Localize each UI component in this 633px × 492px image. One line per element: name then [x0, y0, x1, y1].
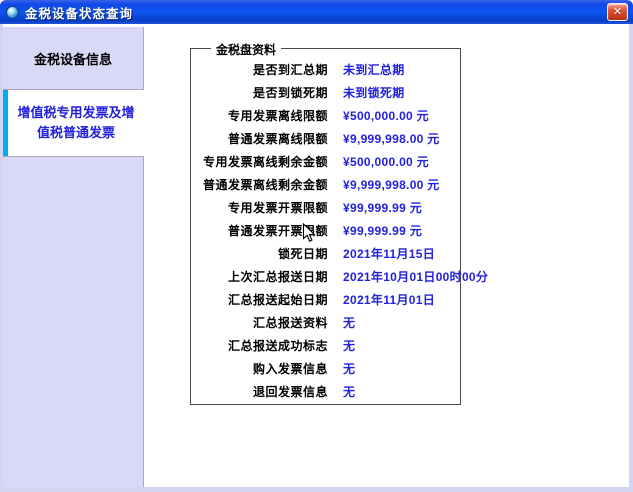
row-label: 汇总报送成功标志	[191, 337, 328, 354]
table-row: 上次汇总报送日期 2021年10月01日00时00分	[191, 265, 460, 288]
table-row: 普通发票离线剩余金额 ¥9,999,998.00 元	[191, 173, 460, 196]
row-value: 无	[343, 360, 355, 377]
close-icon: ✕	[613, 7, 622, 18]
row-label: 锁死日期	[191, 245, 328, 262]
row-label: 汇总报送起始日期	[191, 291, 328, 308]
table-row: 汇总报送成功标志 无	[191, 334, 460, 357]
row-label: 汇总报送资料	[191, 314, 328, 331]
row-label: 专用发票离线剩余金额	[191, 153, 328, 170]
row-value: 未到锁死期	[343, 84, 405, 101]
row-label: 普通发票离线剩余金额	[191, 176, 328, 193]
row-value: ¥500,000.00 元	[343, 107, 429, 124]
sidebar: 金税设备信息 增值税专用发票及增值税普通发票	[3, 24, 144, 487]
sidebar-item-label: 增值税专用发票及增值税普通发票	[13, 103, 139, 143]
table-row: 是否到锁死期 未到锁死期	[191, 81, 460, 104]
table-row: 普通发票离线限额 ¥9,999,998.00 元	[191, 127, 460, 150]
titlebar: 金税设备状态查询 ✕	[0, 0, 633, 24]
table-row: 专用发票离线限额 ¥500,000.00 元	[191, 104, 460, 127]
row-value: 无	[343, 314, 355, 331]
app-window: 金税设备状态查询 ✕ 金税设备信息 增值税专用发票及增值税普通发票 金税盘资料 …	[0, 0, 633, 492]
table-row: 锁死日期 2021年11月15日	[191, 242, 460, 265]
sidebar-fill	[3, 156, 144, 487]
tax-disk-groupbox: 金税盘资料 是否到汇总期 未到汇总期 是否到锁死期 未到锁死期 专用发票离线限额…	[190, 48, 461, 405]
sidebar-item-vat-invoices[interactable]: 增值税专用发票及增值税普通发票	[3, 90, 144, 156]
table-row: 专用发票离线剩余金额 ¥500,000.00 元	[191, 150, 460, 173]
table-row: 汇总报送起始日期 2021年11月01日	[191, 288, 460, 311]
info-rows: 是否到汇总期 未到汇总期 是否到锁死期 未到锁死期 专用发票离线限额 ¥500,…	[191, 49, 460, 403]
row-label: 专用发票离线限额	[191, 107, 328, 124]
row-value: ¥9,999,998.00 元	[343, 176, 440, 193]
table-row: 购入发票信息 无	[191, 357, 460, 380]
app-icon	[6, 6, 19, 19]
row-label: 购入发票信息	[191, 360, 328, 377]
table-row: 是否到汇总期 未到汇总期	[191, 58, 460, 81]
sidebar-item-device-info[interactable]: 金税设备信息	[3, 27, 144, 90]
row-value: 2021年11月15日	[343, 245, 435, 262]
row-label: 上次汇总报送日期	[191, 268, 328, 285]
row-label: 是否到汇总期	[191, 61, 328, 78]
row-label: 专用发票开票限额	[191, 199, 328, 216]
row-label: 普通发票开票限额	[191, 222, 328, 239]
row-label: 退回发票信息	[191, 383, 328, 400]
row-value: 无	[343, 383, 355, 400]
close-button[interactable]: ✕	[607, 3, 628, 21]
row-value: 未到汇总期	[343, 61, 405, 78]
row-value: ¥500,000.00 元	[343, 153, 429, 170]
table-row: 普通发票开票限额 ¥99,999.99 元	[191, 219, 460, 242]
main-panel: 金税盘资料 是否到汇总期 未到汇总期 是否到锁死期 未到锁死期 专用发票离线限额…	[144, 24, 629, 487]
row-value: ¥9,999,998.00 元	[343, 130, 440, 147]
window-body: 金税设备信息 增值税专用发票及增值税普通发票 金税盘资料 是否到汇总期 未到汇总…	[0, 24, 633, 492]
table-row: 汇总报送资料 无	[191, 311, 460, 334]
row-value: 2021年10月01日00时00分	[343, 268, 488, 285]
sidebar-item-label: 金税设备信息	[34, 49, 112, 68]
table-row: 退回发票信息 无	[191, 380, 460, 403]
row-label: 是否到锁死期	[191, 84, 328, 101]
window-title: 金税设备状态查询	[25, 3, 133, 22]
row-value: ¥99,999.99 元	[343, 222, 422, 239]
row-value: ¥99,999.99 元	[343, 199, 422, 216]
row-label: 普通发票离线限额	[191, 130, 328, 147]
row-value: 2021年11月01日	[343, 291, 435, 308]
row-value: 无	[343, 337, 355, 354]
groupbox-legend: 金税盘资料	[211, 41, 281, 58]
table-row: 专用发票开票限额 ¥99,999.99 元	[191, 196, 460, 219]
